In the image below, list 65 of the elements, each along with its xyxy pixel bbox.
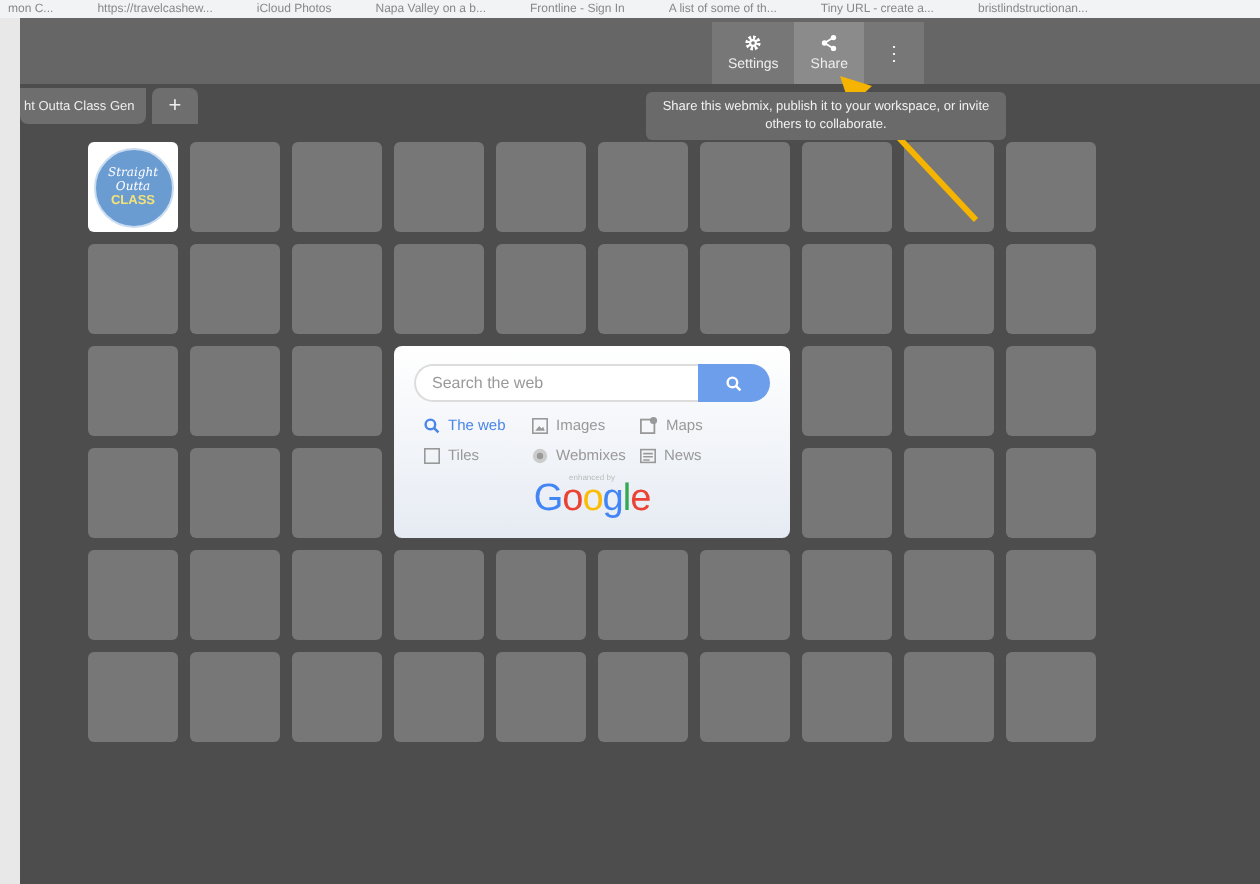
empty-tile[interactable]	[292, 448, 382, 538]
empty-tile[interactable]	[292, 142, 382, 232]
empty-tile[interactable]	[1006, 346, 1096, 436]
empty-tile[interactable]	[394, 652, 484, 742]
empty-tile[interactable]	[190, 346, 280, 436]
empty-tile[interactable]	[496, 652, 586, 742]
image-icon	[532, 417, 548, 433]
empty-tile[interactable]	[700, 652, 790, 742]
empty-tile[interactable]	[904, 142, 994, 232]
empty-tile[interactable]	[496, 142, 586, 232]
empty-tile[interactable]	[190, 652, 280, 742]
empty-tile[interactable]	[190, 142, 280, 232]
empty-tile[interactable]	[292, 346, 382, 436]
gear-icon	[744, 34, 763, 52]
news-icon	[640, 447, 656, 463]
empty-tile[interactable]	[598, 142, 688, 232]
checkbox-icon	[424, 447, 440, 463]
empty-tile[interactable]	[802, 652, 892, 742]
empty-tile[interactable]	[904, 652, 994, 742]
empty-tile[interactable]	[190, 244, 280, 334]
more-button[interactable]: ⋮	[863, 22, 924, 84]
empty-tile[interactable]	[88, 550, 178, 640]
empty-tile[interactable]	[700, 550, 790, 640]
empty-tile[interactable]	[1006, 244, 1096, 334]
empty-tile[interactable]	[802, 448, 892, 538]
map-icon	[640, 416, 658, 434]
empty-tile[interactable]	[598, 244, 688, 334]
search-icon	[424, 417, 440, 433]
empty-tile[interactable]	[88, 652, 178, 742]
share-icon	[820, 34, 839, 52]
empty-tile[interactable]	[292, 652, 382, 742]
search-icon	[726, 375, 742, 391]
empty-tile[interactable]	[394, 142, 484, 232]
empty-tile[interactable]	[802, 142, 892, 232]
empty-tile[interactable]	[598, 550, 688, 640]
empty-tile[interactable]	[904, 550, 994, 640]
empty-tile[interactable]	[496, 550, 586, 640]
empty-tile[interactable]	[802, 550, 892, 640]
empty-tile[interactable]	[1006, 448, 1096, 538]
empty-tile[interactable]	[904, 244, 994, 334]
empty-tile[interactable]	[802, 346, 892, 436]
empty-tile[interactable]	[904, 448, 994, 538]
empty-tile[interactable]	[88, 244, 178, 334]
empty-tile[interactable]	[190, 550, 280, 640]
empty-tile[interactable]	[1006, 652, 1096, 742]
circle-icon	[532, 447, 548, 463]
empty-tile[interactable]	[190, 448, 280, 538]
google-logo: Google	[533, 482, 651, 518]
add-tab-button[interactable]: +	[152, 88, 198, 124]
empty-tile[interactable]	[394, 550, 484, 640]
search-field[interactable]: Search the web	[414, 364, 698, 402]
empty-tile[interactable]	[802, 244, 892, 334]
empty-tile[interactable]	[904, 346, 994, 436]
empty-tile[interactable]	[88, 346, 178, 436]
empty-tile[interactable]	[1006, 550, 1096, 640]
empty-tile[interactable]	[88, 448, 178, 538]
empty-tile[interactable]	[1006, 142, 1096, 232]
empty-tile[interactable]	[700, 142, 790, 232]
empty-tile[interactable]	[394, 244, 484, 334]
empty-tile[interactable]	[700, 244, 790, 334]
search-button[interactable]	[698, 364, 770, 402]
empty-tile[interactable]	[292, 244, 382, 334]
empty-tile[interactable]	[292, 550, 382, 640]
empty-tile[interactable]	[598, 652, 688, 742]
empty-tile[interactable]	[496, 244, 586, 334]
